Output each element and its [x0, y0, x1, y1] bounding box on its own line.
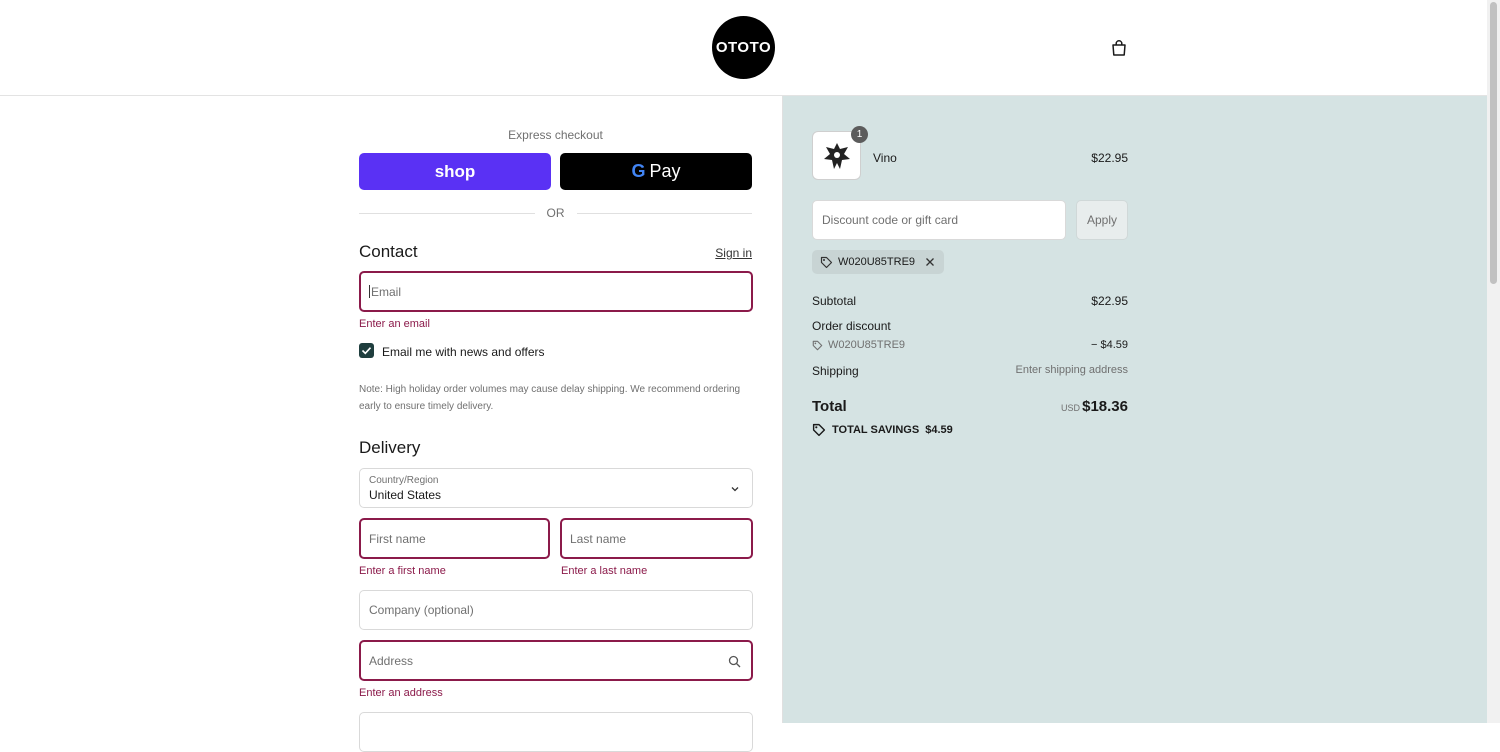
last-name-error: Enter a last name [561, 565, 648, 577]
email-placeholder: Email [371, 284, 402, 299]
express-checkout-label: Express checkout [508, 128, 603, 142]
divider-line [359, 212, 535, 214]
product-name: Vino [873, 151, 897, 165]
first-name-field[interactable]: First name [359, 518, 550, 559]
subtotal-label: Subtotal [812, 294, 857, 308]
discount-placeholder: Discount code or gift card [822, 213, 959, 227]
scrollbar-thumb[interactable] [1490, 2, 1497, 284]
apartment-field[interactable] [359, 712, 753, 752]
tag-icon [820, 256, 833, 268]
last-name-field[interactable]: Last name [560, 518, 753, 559]
site-header: OTOTO [0, 0, 1487, 96]
divider-line [576, 212, 752, 214]
order-discount-value: − $4.59 [1090, 339, 1128, 351]
address-placeholder: Address [369, 653, 414, 668]
close-icon[interactable] [924, 256, 936, 268]
google-pay-label: Pay [649, 161, 681, 181]
total-label: Total [812, 398, 847, 415]
google-g-icon: G [631, 161, 646, 181]
or-label: OR [546, 206, 565, 220]
country-value: United States [369, 487, 442, 502]
order-discount-label: Order discount [812, 319, 891, 333]
apply-discount-button[interactable]: Apply [1076, 200, 1128, 240]
order-discount-code-row: W020U85TRE9 [812, 339, 905, 351]
shipping-value: Enter shipping address [1015, 364, 1128, 376]
page-scrollbar[interactable] [1487, 0, 1500, 723]
google-pay-button[interactable]: G Pay [560, 153, 752, 190]
shop-pay-label: shop [434, 161, 476, 181]
text-cursor [369, 285, 370, 298]
last-name-placeholder: Last name [570, 531, 627, 546]
product-image [823, 142, 850, 169]
order-summary-panel [782, 96, 1488, 723]
total-currency: USD [1060, 403, 1080, 413]
applied-discount-chip: W020U85TRE9 [812, 250, 945, 274]
savings-label: TOTAL SAVINGS [832, 424, 920, 436]
ototo-logo[interactable]: OTOTO [712, 16, 775, 79]
newsletter-checkbox[interactable] [359, 343, 374, 358]
shopping-bag-icon[interactable] [1110, 39, 1128, 57]
country-select[interactable]: Country/Region United States [359, 468, 753, 508]
product-price: $22.95 [1091, 151, 1128, 165]
savings-value: $4.59 [925, 424, 953, 436]
chevron-down-icon [731, 487, 739, 492]
shop-pay-button[interactable]: shop [359, 153, 551, 190]
delivery-heading: Delivery [359, 438, 421, 457]
or-divider: OR [359, 205, 752, 221]
newsletter-label[interactable]: Email me with news and offers [382, 345, 545, 359]
first-name-placeholder: First name [369, 531, 426, 546]
total-savings: TOTAL SAVINGS $4.59 [812, 423, 953, 437]
address-error: Enter an address [359, 687, 443, 699]
subtotal-value: $22.95 [1091, 294, 1128, 308]
company-placeholder: Company (optional) [369, 603, 474, 617]
first-name-error: Enter a first name [359, 565, 446, 577]
tag-icon [812, 423, 826, 437]
email-field[interactable]: Email [359, 271, 753, 312]
country-label: Country/Region [369, 474, 439, 486]
company-field[interactable]: Company (optional) [359, 590, 753, 630]
tag-icon [812, 340, 823, 350]
contact-heading: Contact [359, 242, 418, 261]
email-error: Enter an email [359, 318, 430, 330]
shipping-label: Shipping [812, 364, 859, 378]
address-field[interactable]: Address [359, 640, 753, 681]
shipping-delay-note: Note: High holiday order volumes may cau… [359, 384, 741, 412]
discount-code-input[interactable]: Discount code or gift card [812, 200, 1066, 240]
sign-in-link[interactable]: Sign in [690, 246, 752, 260]
total-value: $18.36 [1082, 398, 1128, 415]
applied-code: W020U85TRE9 [838, 256, 916, 268]
quantity-badge: 1 [851, 126, 868, 143]
search-icon [728, 655, 741, 668]
order-discount-code: W020U85TRE9 [828, 339, 906, 351]
checkmark-icon [361, 347, 372, 355]
